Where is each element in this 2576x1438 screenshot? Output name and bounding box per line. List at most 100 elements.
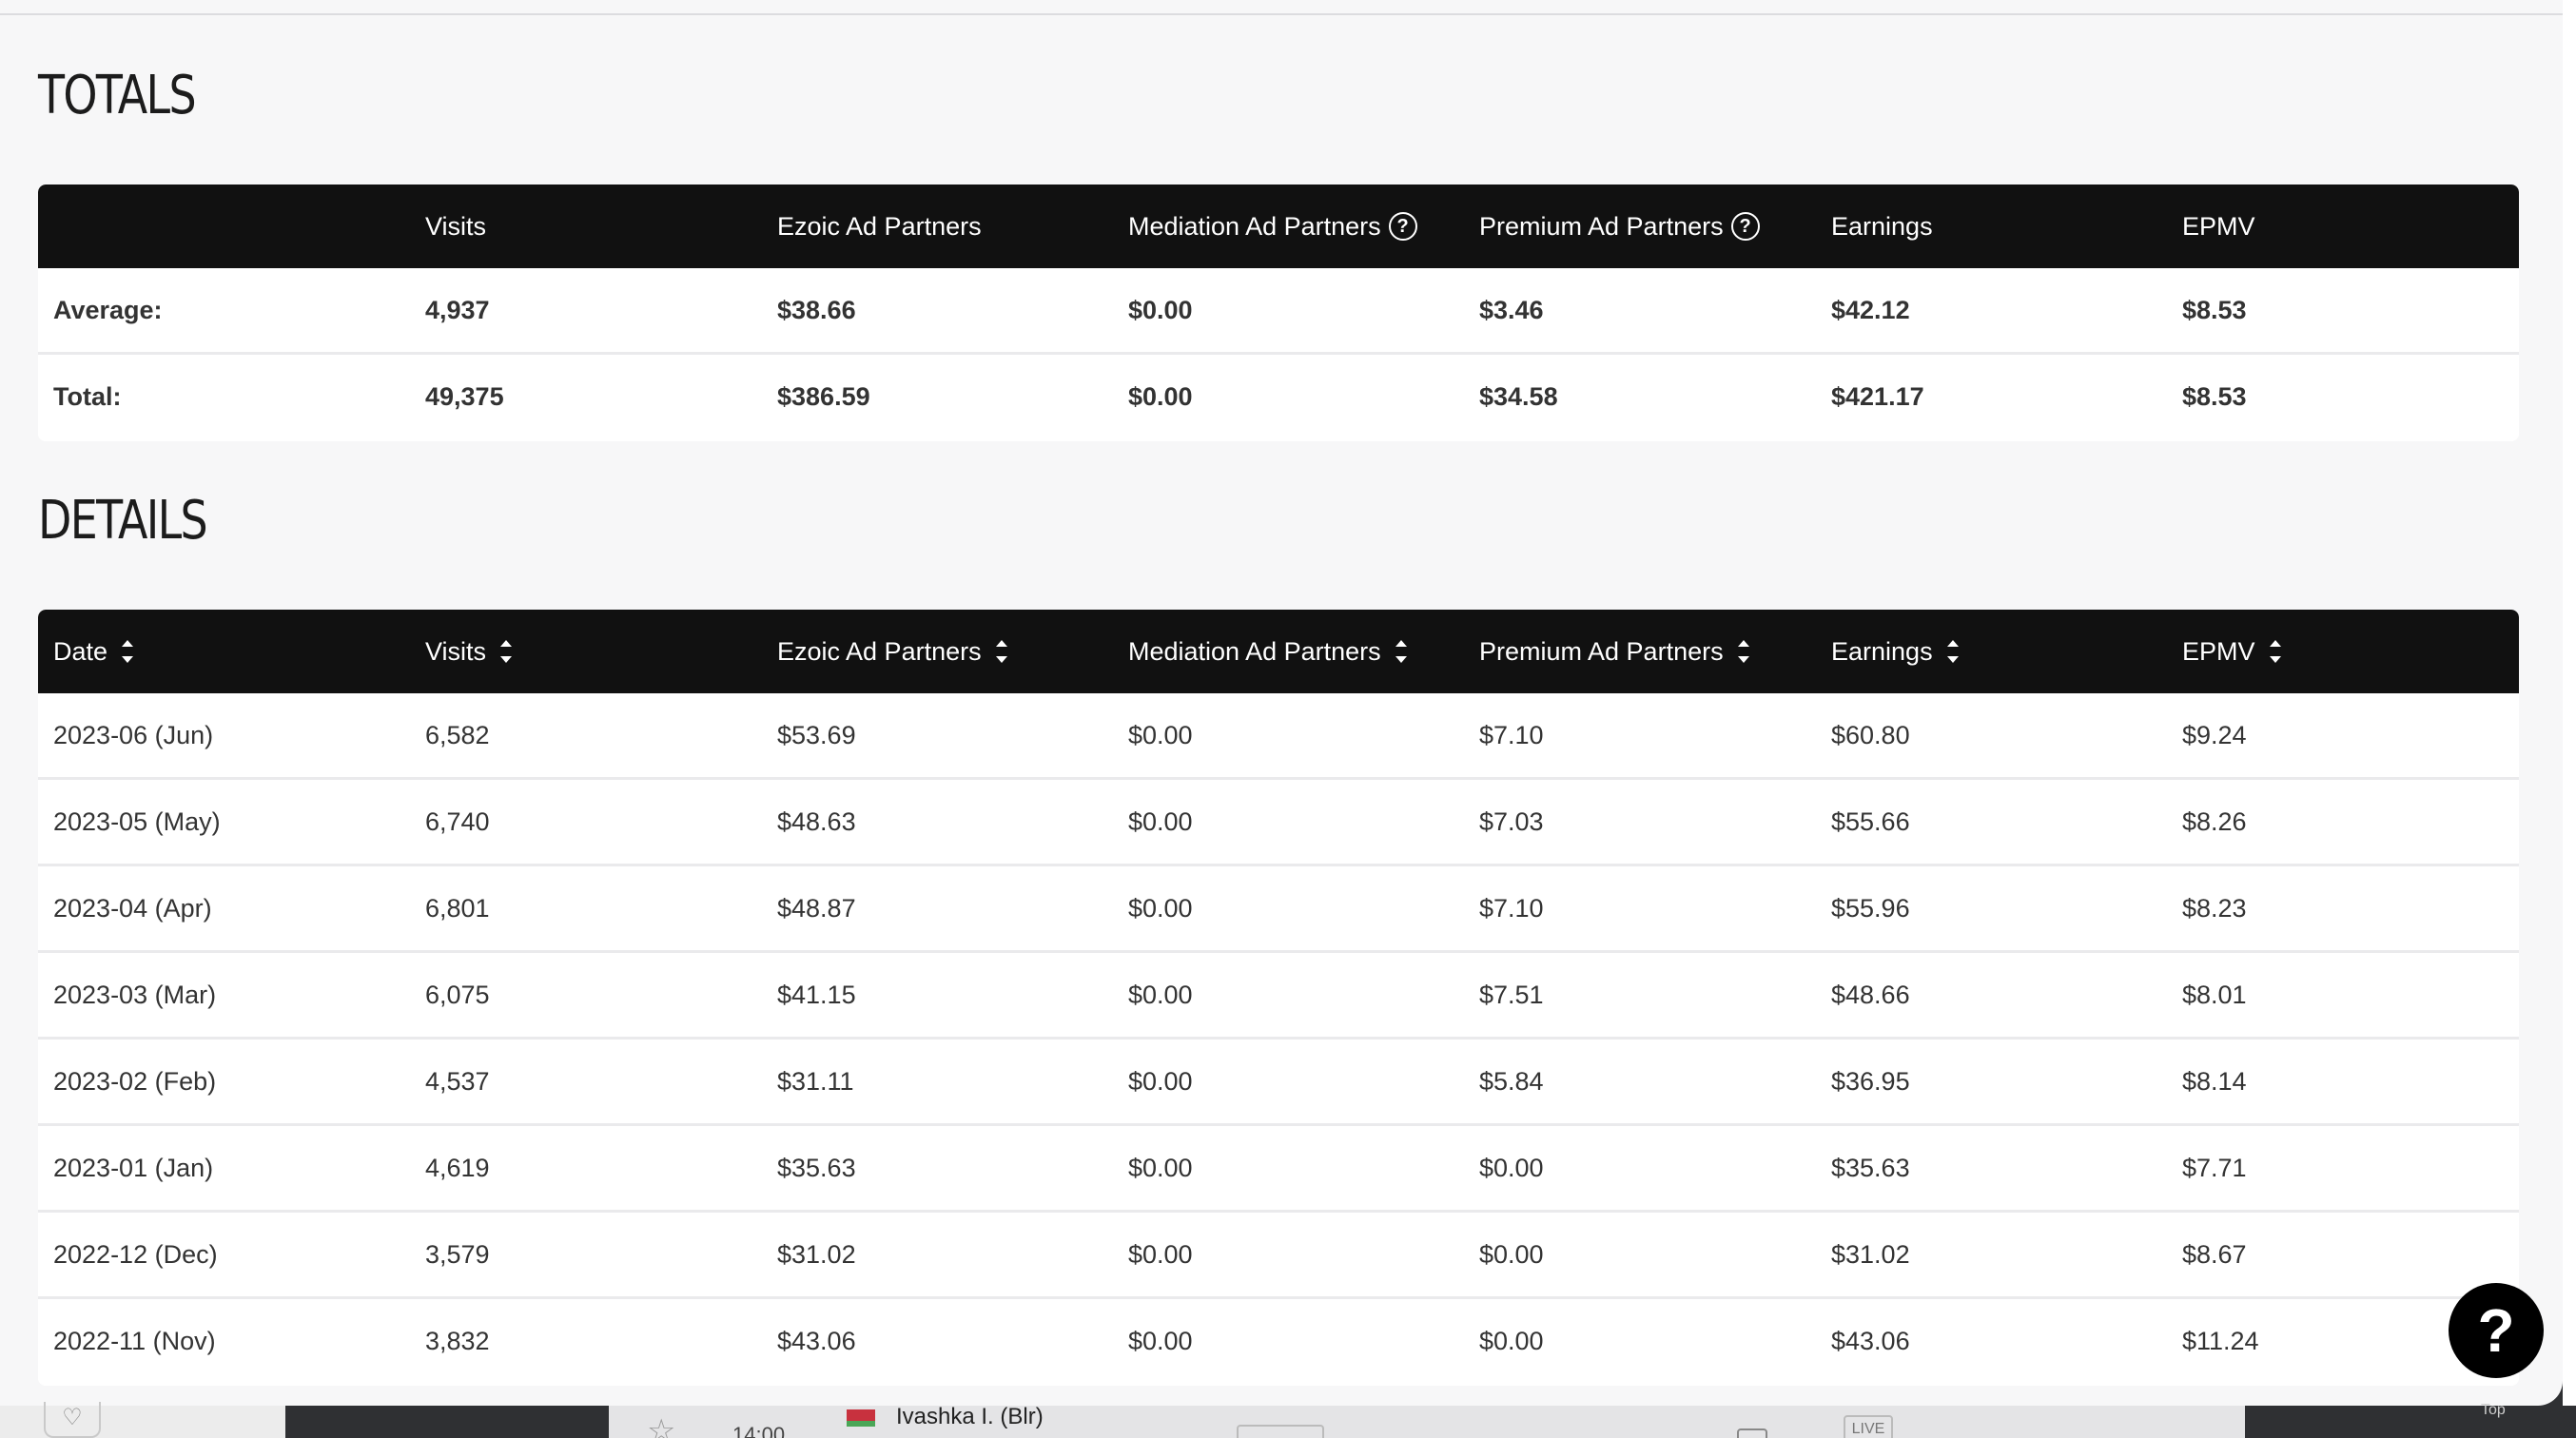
cell-earnings: $35.63 [1831,1153,1910,1182]
cell-date: 2023-04 (Apr) [53,893,212,923]
cell-visits: 3,832 [425,1326,490,1355]
sort-arrows-icon [993,632,1010,670]
question-mark-icon[interactable]: ? [2449,1283,2544,1378]
cell-mediation: $0.00 [1128,806,1193,836]
modal-right-edge [2563,0,2576,1406]
cell-visits: 4,937 [425,295,490,324]
totals-row: Total: 49,375 $386.59 $0.00 $34.58 $421.17 $8.… [38,355,2519,441]
background-left-panel [0,1406,285,1438]
cell-earnings: $42.12 [1831,295,1910,324]
cell-premium: $0.00 [1479,1326,1544,1355]
cell-ezoic: $31.02 [777,1239,856,1269]
sort-by-epmv[interactable]: EPMV [2182,610,2284,693]
cell-mediation: $0.00 [1128,980,1193,1009]
cell-mediation: $0.00 [1128,1153,1193,1182]
header-label: Visits [425,636,487,666]
live-badge: LIVE [1844,1415,1893,1438]
cell-premium: $34.58 [1479,381,1558,411]
cell-ezoic: $48.87 [777,893,856,923]
sort-by-date[interactable]: Date [53,610,136,693]
cell-ezoic: $35.63 [777,1153,856,1182]
sort-arrows-icon [1944,632,1961,670]
modal-top-border [0,0,2563,15]
cell-premium: $7.10 [1479,893,1544,923]
cell-mediation: $0.00 [1128,1239,1193,1269]
sort-arrows-icon [2267,632,2284,670]
totals-header-earnings: Earnings [1831,211,1933,241]
cell-earnings: $36.95 [1831,1066,1910,1096]
details-title: DETAILS [38,490,208,552]
sort-arrows-icon [498,632,515,670]
cell-ezoic: $53.69 [777,720,856,749]
cell-date: 2023-01 (Jan) [53,1153,214,1182]
totals-row: Average: 4,937 $38.66 $0.00 $3.46 $42.12 $8.53 [38,268,2519,355]
cell-date: 2023-02 (Feb) [53,1066,217,1096]
help-circle-icon[interactable]: ? [1388,212,1417,241]
table-row: 2023-03 (Mar) 6,075 $41.15 $0.00 $7.51 $48.66… [38,953,2519,1040]
tv-icon [1737,1428,1767,1438]
totals-title: TOTALS [38,65,197,126]
table-row: 2023-04 (Apr) 6,801 $48.87 $0.00 $7.10 $55.96… [38,866,2519,953]
cell-earnings: $31.02 [1831,1239,1910,1269]
cell-earnings: $421.17 [1831,381,1924,411]
cell-epmv: $7.71 [2182,1153,2247,1182]
help-button[interactable]: ? [2449,1283,2576,1378]
cell-mediation: $0.00 [1128,1066,1193,1096]
cell-ezoic: $43.06 [777,1326,856,1355]
table-row: 2022-12 (Dec) 3,579 $31.02 $0.00 $0.00 $31.02… [38,1213,2519,1299]
cell-visits: 49,375 [425,381,504,411]
cell-visits: 3,579 [425,1239,490,1269]
cell-ezoic: $31.11 [777,1066,854,1096]
cell-mediation: $0.00 [1128,720,1193,749]
match-time: 14:00 [732,1423,786,1438]
cell-visits: 4,619 [425,1153,490,1182]
cell-ezoic: $386.59 [777,381,870,411]
cell-epmv: $8.01 [2182,980,2247,1009]
premium-badge [1237,1425,1324,1438]
cell-ezoic: $41.15 [777,980,856,1009]
favorite-icon[interactable]: ♡ [44,1402,101,1438]
totals-body: Average: 4,937 $38.66 $0.00 $3.46 $42.12 $8.53… [38,268,2519,441]
cell-mediation: $0.00 [1128,893,1193,923]
cell-mediation: $0.00 [1128,1326,1193,1355]
cell-premium: $5.84 [1479,1066,1544,1096]
cell-epmv: $8.14 [2182,1066,2247,1096]
cell-earnings: $55.96 [1831,893,1910,923]
sort-by-earnings[interactable]: Earnings [1831,610,1961,693]
cell-premium: $7.51 [1479,980,1544,1009]
totals-header-visits: Visits [425,211,487,241]
header-label: Mediation Ad Partners [1128,636,1381,666]
scroll-top-label[interactable]: Top [2481,1402,2506,1419]
cell-date: 2022-11 (Nov) [53,1326,216,1355]
header-label: Ezoic Ad Partners [777,636,982,666]
table-row: 2022-11 (Nov) 3,832 $43.06 $0.00 $0.00 $43.06… [38,1299,2519,1386]
cell-earnings: $55.66 [1831,806,1910,836]
help-circle-icon[interactable]: ? [1730,212,1760,241]
player-name[interactable]: Ivashka I. (Blr) [896,1404,1044,1430]
cell-earnings: $43.06 [1831,1326,1910,1355]
report-modal: TOTALS Visits Ezoic Ad Partners Mediatio… [0,0,2563,1406]
cell-date: 2022-12 (Dec) [53,1239,218,1269]
cell-visits: 4,537 [425,1066,490,1096]
cell-mediation: $0.00 [1128,381,1193,411]
cell-epmv: $8.67 [2182,1239,2247,1269]
cell-earnings: $48.66 [1831,980,1910,1009]
cell-visits: 6,740 [425,806,490,836]
sort-by-premium[interactable]: Premium Ad Partners [1479,610,1752,693]
cell-visits: 6,075 [425,980,490,1009]
table-row: 2023-06 (Jun) 6,582 $53.69 $0.00 $7.10 $60.80… [38,693,2519,780]
cell-epmv: $8.53 [2182,295,2247,324]
details-table: Date Visits Ezoic Ad Partners Mediation … [38,610,2519,1386]
sort-by-mediation[interactable]: Mediation Ad Partners [1128,610,1410,693]
table-row: 2023-05 (May) 6,740 $48.63 $0.00 $7.03 $55.66… [38,780,2519,866]
cell-premium: $7.03 [1479,806,1544,836]
star-icon[interactable]: ☆ [647,1415,675,1438]
cell-premium: $0.00 [1479,1153,1544,1182]
cell-visits: 6,582 [425,720,490,749]
totals-header-premium: Premium Ad Partners ? [1479,185,1760,268]
sort-by-visits[interactable]: Visits [425,610,515,693]
cell-date: 2023-03 (Mar) [53,980,217,1009]
sort-by-ezoic[interactable]: Ezoic Ad Partners [777,610,1010,693]
header-label: Date [53,636,108,666]
cell-premium: $7.10 [1479,720,1544,749]
